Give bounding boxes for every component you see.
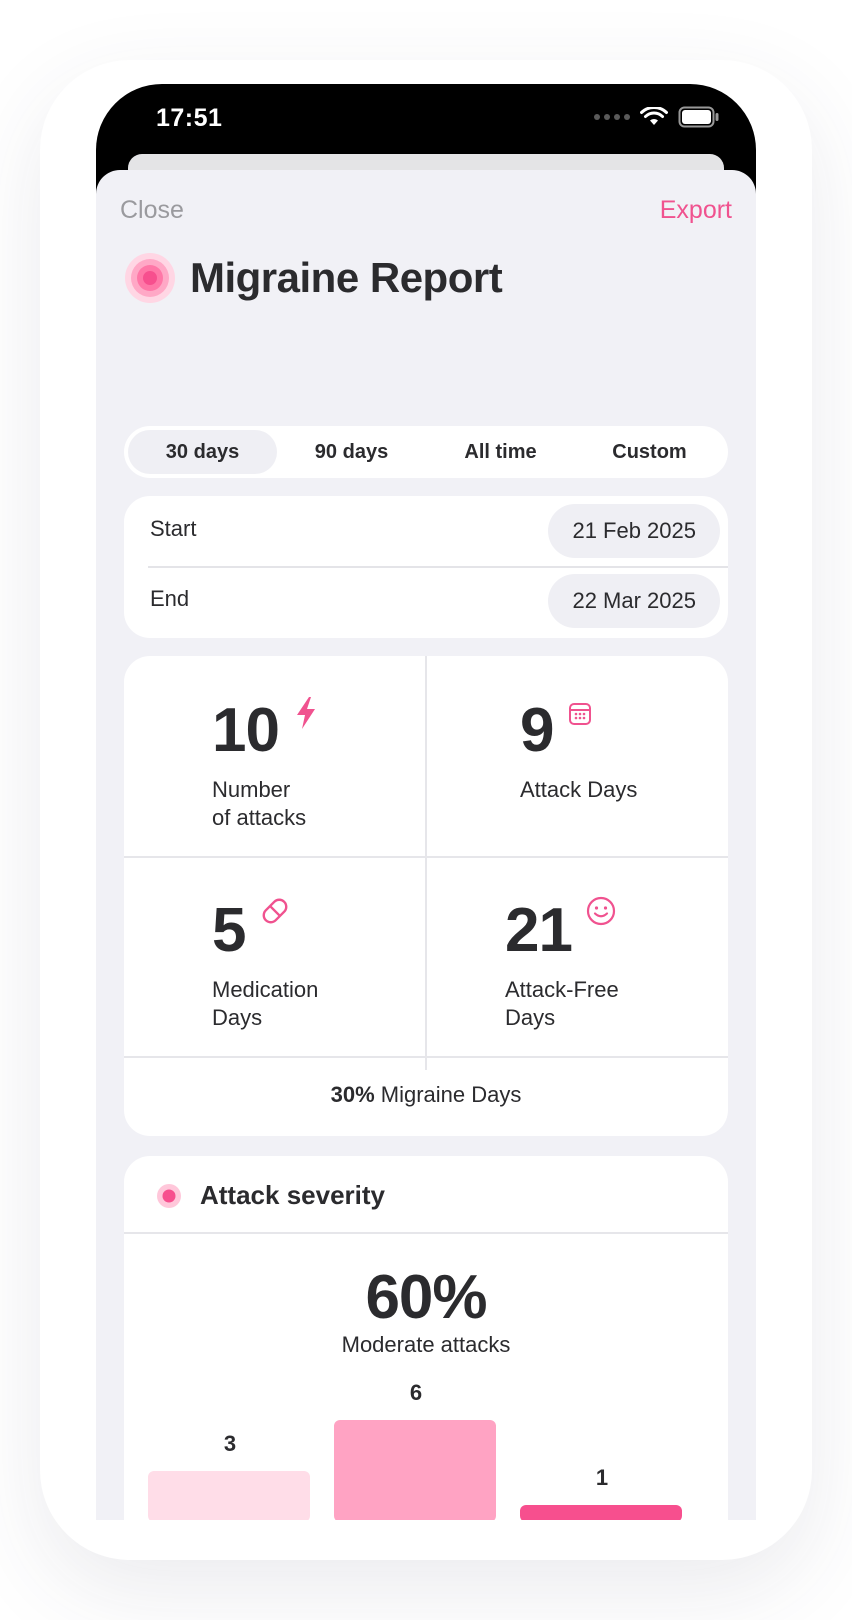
- start-label: Start: [150, 516, 197, 541]
- pill-icon: [262, 898, 288, 924]
- export-button[interactable]: Export: [660, 196, 732, 225]
- start-date-picker[interactable]: 21 Feb 2025: [548, 504, 720, 558]
- range-segmented-control: 30 days 90 days All time Custom: [124, 426, 728, 478]
- bar-severe: [520, 1505, 682, 1520]
- status-icons: [594, 106, 720, 128]
- tab-90-days[interactable]: 90 days: [277, 430, 426, 474]
- stat-label: Attack-Free Days: [505, 977, 619, 1030]
- stat-value: 5: [212, 896, 246, 965]
- calendar-icon: [568, 703, 591, 725]
- stat-attack-days: 9 Attack Days: [520, 700, 637, 804]
- status-time: 17:51: [156, 104, 223, 132]
- stat-value: 9: [520, 696, 554, 765]
- end-date-row: End 22 Mar 2025: [124, 568, 728, 638]
- lightning-bolt-icon: [297, 697, 316, 729]
- migraine-days-summary: 30% Migraine Days: [124, 1082, 728, 1108]
- tab-custom[interactable]: Custom: [575, 430, 724, 474]
- date-range-card: Start 21 Feb 2025 End 22 Mar 2025: [124, 496, 728, 638]
- page-title: Migraine Report: [190, 254, 503, 301]
- tab-30-days[interactable]: 30 days: [128, 430, 277, 474]
- migraine-days-label: Migraine Days: [380, 1082, 522, 1107]
- stat-label: Attack Days: [520, 777, 638, 802]
- title-row: Migraine Report: [124, 252, 503, 304]
- severity-highlight-label: Moderate attacks: [341, 1332, 511, 1357]
- divider: [124, 1232, 728, 1234]
- severity-header: Attack severity: [156, 1180, 385, 1211]
- bar-mild: [148, 1471, 310, 1520]
- close-button[interactable]: Close: [120, 196, 184, 225]
- stat-label: Medication Days: [212, 977, 319, 1030]
- bar-value-label: 1: [595, 1465, 609, 1490]
- battery-icon: [678, 106, 719, 128]
- end-label: End: [150, 586, 190, 611]
- pink-target-icon: [125, 253, 175, 303]
- phone-frame: 17:51 Close Export Migraine Report 30 da…: [96, 84, 756, 1520]
- divider: [425, 656, 427, 1070]
- divider: [124, 1056, 728, 1058]
- severity-dot-icon: [157, 1183, 181, 1208]
- stat-value: 21: [505, 896, 573, 965]
- stat-value: 10: [212, 696, 280, 765]
- divider: [124, 856, 728, 858]
- stats-card: 10 Number of attacks 9 Attack Days 5 Med…: [124, 656, 728, 1136]
- severity-highlight-percent: 60%: [365, 1263, 487, 1332]
- migraine-days-percent: 30%: [330, 1082, 375, 1107]
- stat-label: Number of attacks: [212, 777, 307, 830]
- bar-value-label: 3: [223, 1431, 237, 1456]
- stat-number-of-attacks: 10 Number of attacks: [212, 696, 319, 832]
- smiley-icon: [587, 896, 616, 926]
- cellular-signal-icon: [594, 114, 630, 120]
- wifi-icon: [640, 107, 668, 125]
- bar-moderate: [334, 1420, 496, 1520]
- report-sheet: Close Export Migraine Report 30 days 90 …: [96, 170, 756, 1520]
- stat-medication-days: 5 Medication Days: [212, 896, 319, 1032]
- stat-attack-free-days: 21 Attack-Free Days: [505, 896, 619, 1032]
- severity-title: Attack severity: [200, 1180, 385, 1210]
- tab-all-time[interactable]: All time: [426, 430, 575, 474]
- end-date-picker[interactable]: 22 Mar 2025: [548, 574, 720, 628]
- attack-severity-card: Attack severity 60% Moderate attacks 3Mi…: [124, 1156, 728, 1520]
- bar-value-label: 6: [409, 1380, 423, 1405]
- start-date-row: Start 21 Feb 2025: [124, 496, 728, 566]
- status-bar: 17:51: [96, 84, 756, 154]
